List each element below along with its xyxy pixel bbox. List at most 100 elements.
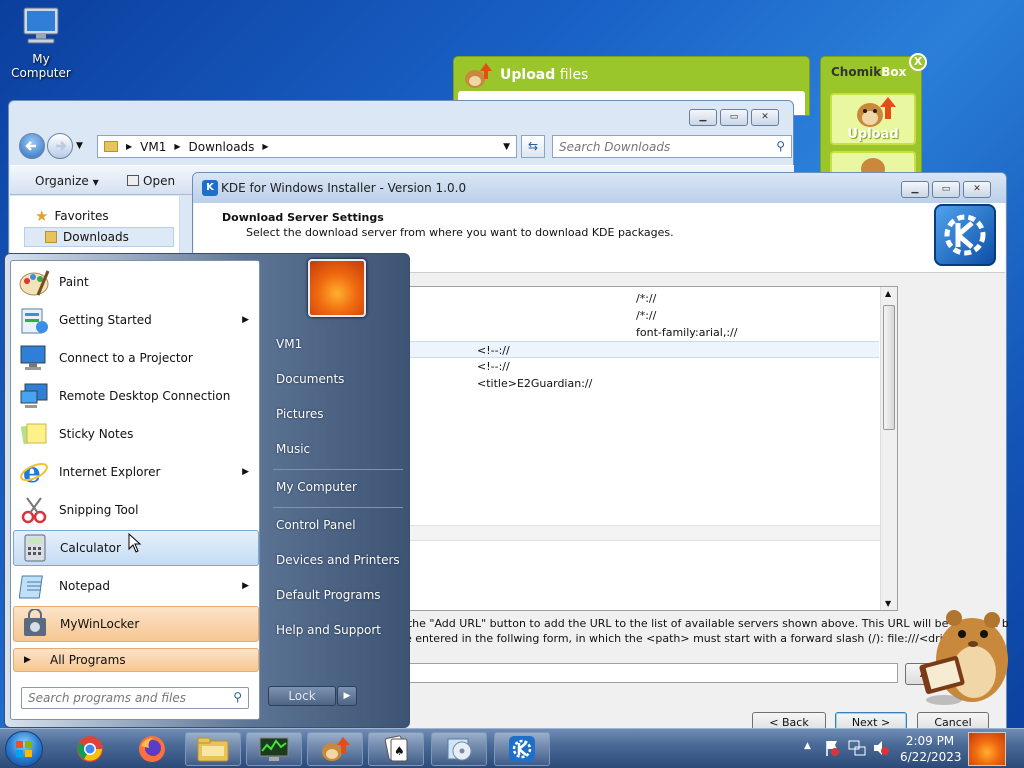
minimize-button[interactable]: ▁ [689, 109, 717, 126]
chomikbox-title: ChomikBox [831, 65, 907, 79]
chomikbox-upload-button[interactable]: Upload [830, 93, 916, 145]
address-bar[interactable]: ▶ VM1 ▶ Downloads ▶ ▼ [97, 135, 517, 158]
calculator-icon [18, 532, 52, 564]
start-item-my-computer[interactable]: My Computer [276, 480, 357, 494]
start-search-input[interactable]: Search programs and files ⚲ [21, 687, 249, 709]
back-button[interactable] [19, 133, 45, 159]
kde-logo-icon: K [202, 180, 218, 196]
firefox-icon [139, 736, 165, 762]
start-item-vm1[interactable]: VM1 [276, 337, 302, 351]
taskbar-solitaire[interactable]: ♠ [368, 732, 424, 766]
scroll-up-icon[interactable]: ▲ [885, 289, 891, 298]
taskbar-chrome[interactable] [62, 732, 118, 766]
program-internet-explorer[interactable]: e Internet Explorer ▶ [13, 454, 259, 490]
kde-window-title: KDE for Windows Installer - Version 1.0.… [221, 181, 467, 195]
search-icon[interactable]: ⚲ [233, 690, 242, 704]
taskbar-disc-burner[interactable] [431, 732, 487, 766]
explorer-window-controls: ▁ ▭ ✕ [689, 109, 779, 126]
open-button[interactable]: Open [127, 174, 175, 188]
maximize-button[interactable]: ▭ [932, 181, 960, 198]
start-item-control-panel[interactable]: Control Panel [276, 518, 356, 532]
program-sticky-notes[interactable]: Sticky Notes [13, 416, 259, 452]
program-mywinlocker[interactable]: MyWinLocker [13, 606, 259, 642]
user-avatar[interactable] [308, 259, 366, 317]
lock-button[interactable]: Lock [268, 686, 336, 706]
folder-icon [104, 141, 118, 152]
downloads-item[interactable]: Downloads [24, 227, 174, 247]
breadcrumb-chevron-icon: ▶ [174, 142, 181, 151]
list-scrollbar[interactable]: ▲ ▼ [880, 287, 897, 610]
chevron-down-icon: ▼ [92, 178, 99, 187]
taskbar-kde-installer[interactable] [494, 732, 550, 766]
my-computer-desktop-icon[interactable]: My Computer [4, 6, 78, 80]
explorer-search-input[interactable]: Search Downloads ⚲ [552, 135, 792, 158]
favorites-item[interactable]: ★ Favorites [35, 206, 109, 226]
volume-muted-icon[interactable] [872, 739, 890, 760]
refresh-icon: ⇆ [527, 139, 539, 153]
kde-logo-icon [509, 736, 535, 762]
hamster-upload-icon [857, 97, 896, 127]
maximize-button[interactable]: ▭ [720, 109, 748, 126]
server-url-input[interactable] [398, 663, 898, 683]
start-menu: Paint Getting Started ▶ Connect to a Proj… [4, 253, 410, 728]
close-button[interactable]: ✕ [963, 181, 991, 198]
program-notepad[interactable]: Notepad ▶ [13, 568, 259, 604]
program-connect-to-projector[interactable]: Connect to a Projector [13, 340, 259, 376]
snipping-tool-icon [17, 494, 51, 526]
my-computer-label: My Computer [11, 52, 71, 80]
refresh-button[interactable]: ⇆ [521, 135, 545, 158]
taskbar-task-manager[interactable] [246, 732, 302, 766]
start-menu-programs-pane: Paint Getting Started ▶ Connect to a Proj… [10, 260, 260, 720]
start-item-documents[interactable]: Documents [276, 372, 344, 386]
recent-pages-chevron-icon[interactable]: ▼ [76, 141, 83, 151]
taskbar-user-thumbnail[interactable] [968, 732, 1006, 766]
taskbar-firefox[interactable] [124, 732, 180, 766]
kde-window-controls: ▁ ▭ ✕ [901, 181, 991, 198]
program-remote-desktop[interactable]: Remote Desktop Connection [13, 378, 259, 414]
forward-button[interactable] [47, 133, 73, 159]
clock-time: 2:09 PM [905, 734, 955, 748]
scroll-down-icon[interactable]: ▼ [885, 599, 891, 608]
submenu-arrow-icon: ▶ [242, 467, 249, 477]
breadcrumb-vm1[interactable]: VM1 [140, 140, 166, 154]
start-item-devices-printers[interactable]: Devices and Printers [276, 553, 400, 567]
chomikbox-upload-label: Upload [847, 127, 899, 142]
page-title: Download Server Settings [222, 211, 384, 224]
start-button[interactable] [5, 731, 43, 767]
disc-icon [447, 738, 472, 761]
computer-icon [23, 7, 59, 44]
downloads-folder-icon [45, 231, 57, 243]
shutdown-options-arrow-icon[interactable]: ▶ [337, 686, 357, 706]
start-item-help-support[interactable]: Help and Support [276, 623, 381, 637]
chomikbox-close-icon[interactable]: X [909, 53, 927, 71]
star-icon: ★ [35, 207, 49, 225]
hamster-upload-icon [465, 63, 492, 88]
action-center-flag-icon[interactable] [824, 739, 840, 760]
kde-large-logo-icon [934, 204, 996, 266]
program-snipping-tool[interactable]: Snipping Tool [13, 492, 259, 528]
all-programs-button[interactable]: ▶ All Programs [13, 648, 259, 672]
taskbar-clock[interactable]: 2:09 PM 6/22/2023 [900, 733, 962, 765]
minimize-button[interactable]: ▁ [901, 181, 929, 198]
start-item-pictures[interactable]: Pictures [276, 407, 324, 421]
network-icon[interactable] [848, 739, 866, 760]
program-getting-started[interactable]: Getting Started ▶ [13, 302, 259, 338]
taskbar-explorer[interactable] [185, 732, 241, 766]
start-item-music[interactable]: Music [276, 442, 310, 456]
organize-button[interactable]: Organize ▼ [35, 174, 99, 188]
taskbar-chomikbox[interactable] [307, 732, 363, 766]
address-dropdown-icon[interactable]: ▼ [503, 142, 510, 152]
mouse-cursor-icon [128, 533, 142, 553]
open-icon [127, 175, 139, 186]
show-hidden-icons-chevron-icon[interactable]: ▲ [804, 741, 811, 751]
close-button[interactable]: ✕ [751, 109, 779, 126]
search-placeholder: Search Downloads [559, 140, 671, 154]
scroll-thumb[interactable] [883, 305, 895, 430]
notepad-icon [17, 570, 51, 602]
breadcrumb-downloads[interactable]: Downloads [189, 140, 255, 154]
start-item-default-programs[interactable]: Default Programs [276, 588, 381, 602]
remote-desktop-icon [17, 380, 51, 412]
search-icon[interactable]: ⚲ [776, 139, 785, 153]
program-paint[interactable]: Paint [13, 264, 259, 300]
chrome-icon [77, 736, 103, 762]
